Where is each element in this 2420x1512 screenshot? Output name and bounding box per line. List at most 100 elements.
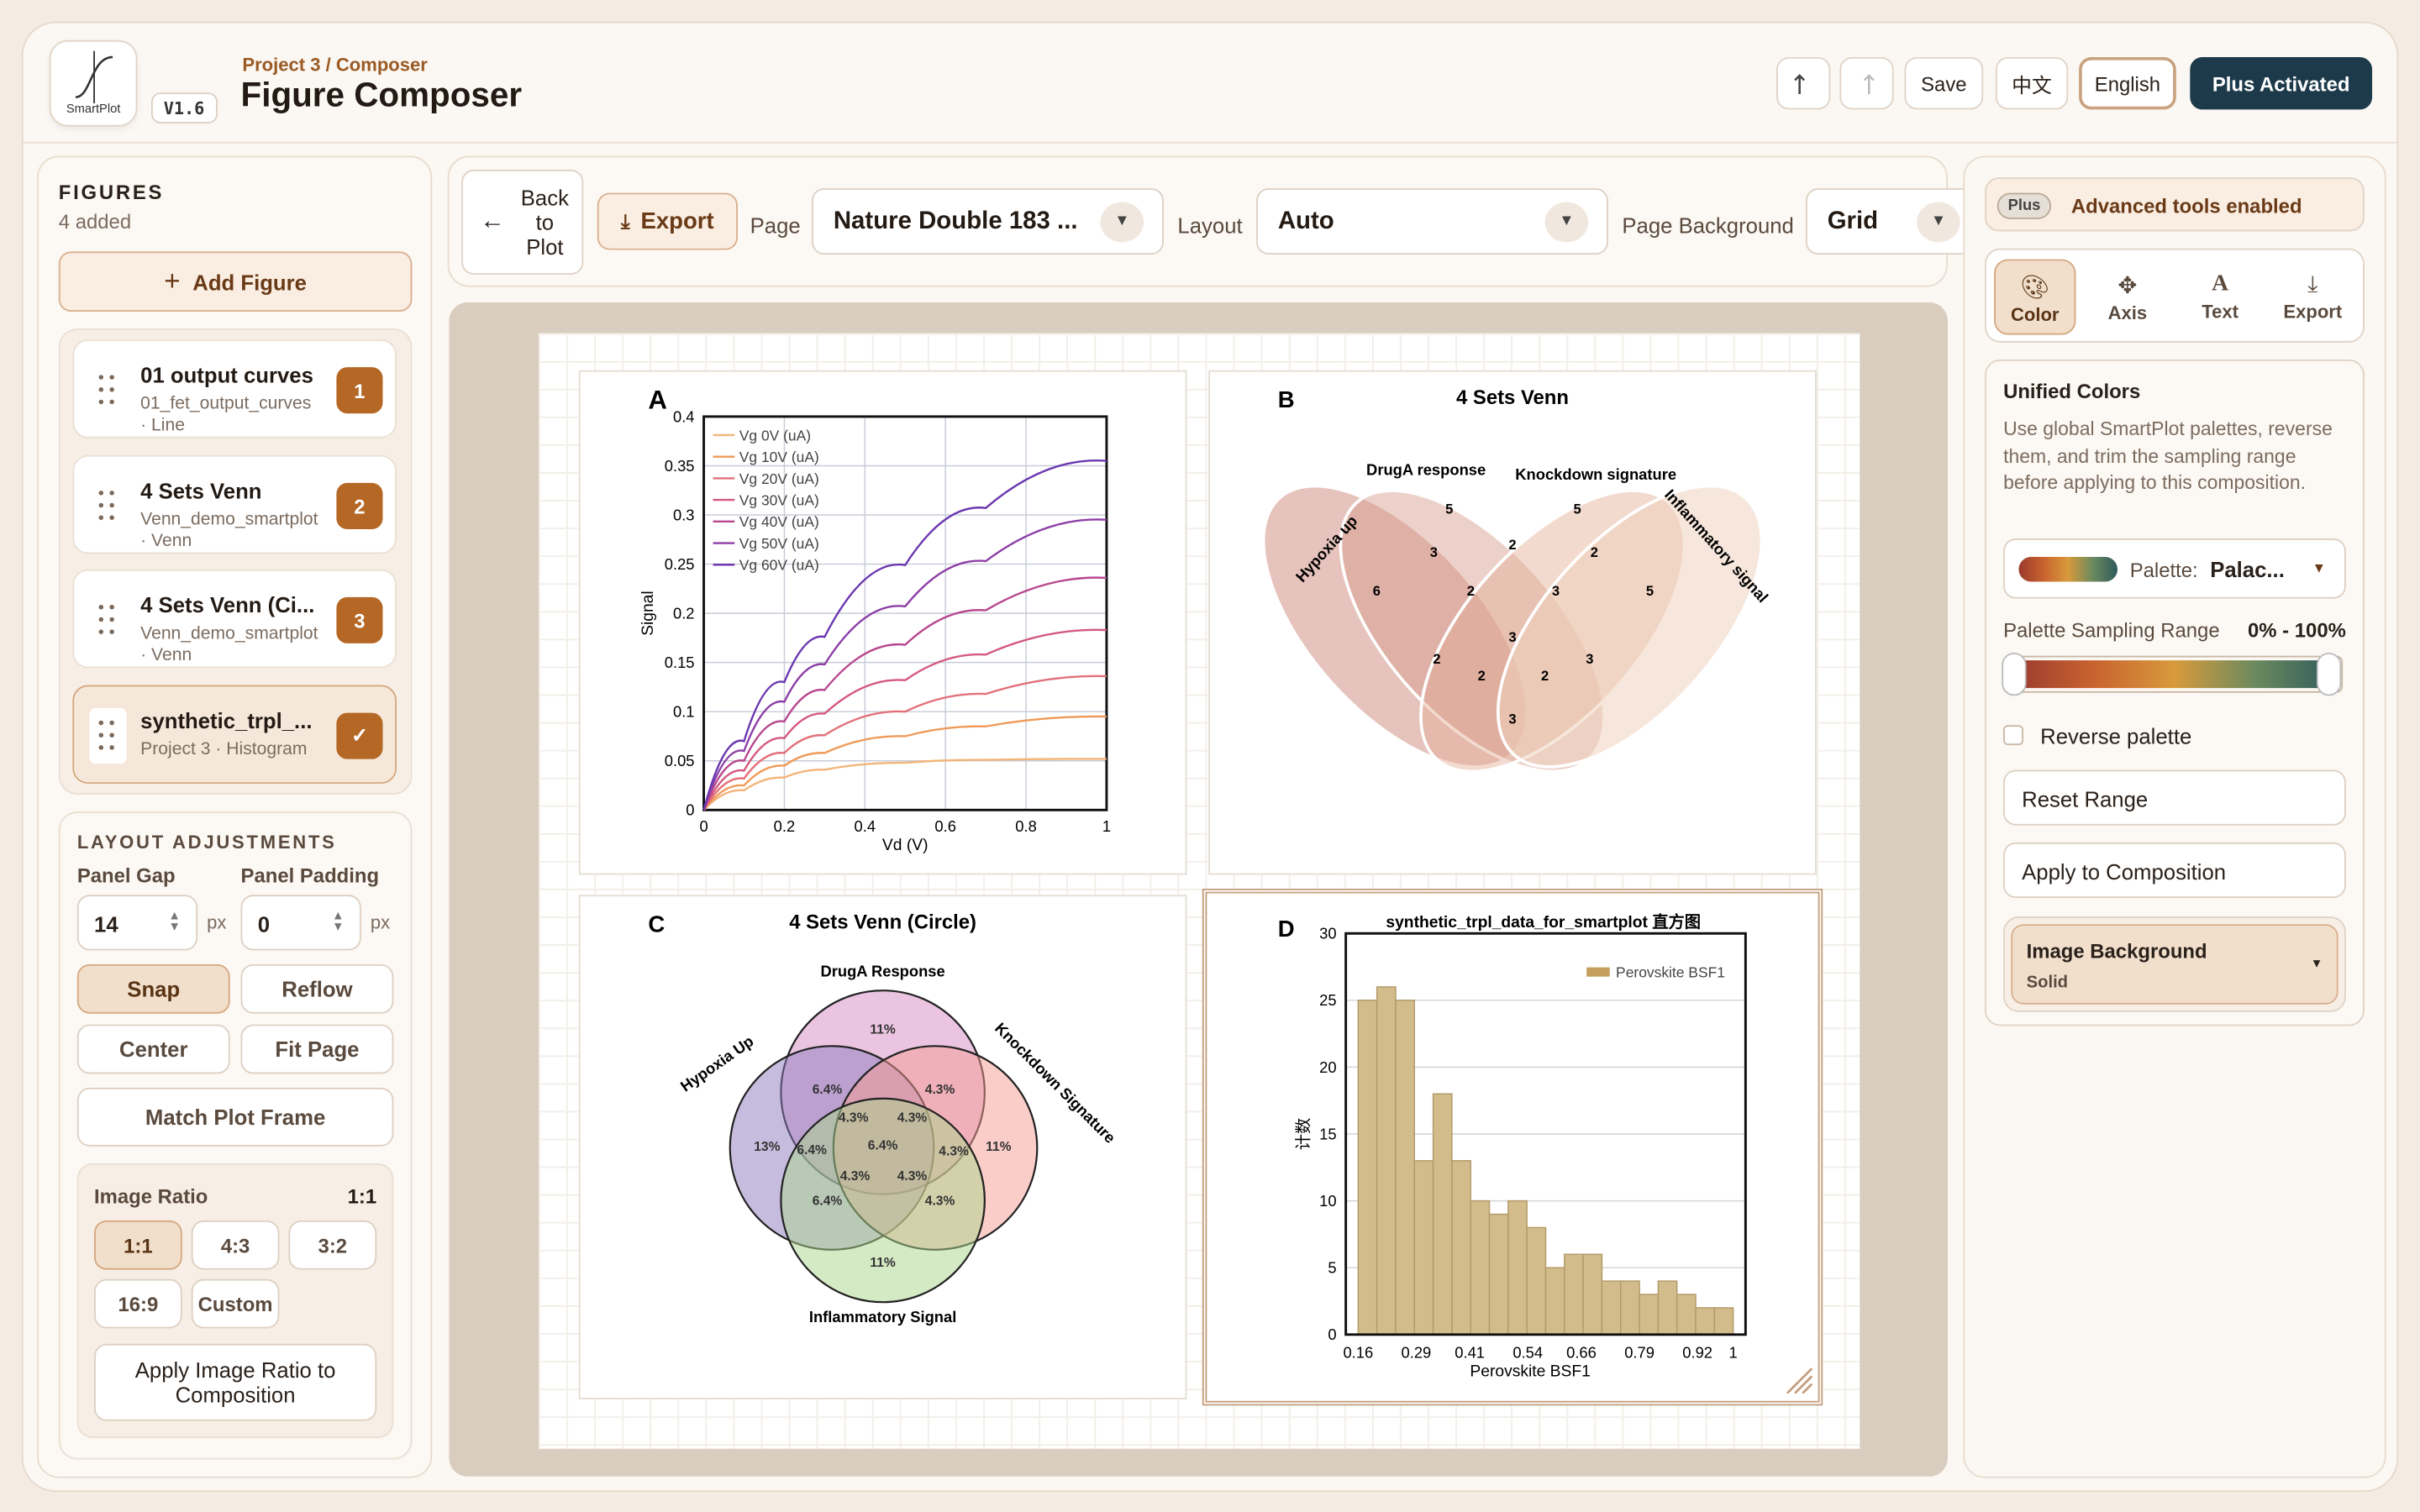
venn-value: 4.3%: [897, 1110, 928, 1125]
figure-source: 01_fet_output_curves · Line: [140, 395, 312, 435]
legend-label: Vg 40V (uA): [739, 513, 819, 530]
lang-zh-button[interactable]: 中文: [1995, 56, 2069, 110]
y-tick-label: 5: [1328, 1259, 1336, 1277]
breadcrumb[interactable]: Project 3 / Composer: [242, 54, 427, 76]
center-button[interactable]: Center: [76, 1024, 230, 1074]
reset-range-button[interactable]: Reset Range: [2003, 769, 2346, 826]
ratio-custom-button[interactable]: Custom: [191, 1278, 280, 1329]
redo-button[interactable]: [1839, 56, 1894, 110]
drag-handle-icon[interactable]: [98, 491, 118, 522]
ratio-16-9-button[interactable]: 16:9: [94, 1278, 182, 1329]
panel-letter: D: [1278, 916, 1295, 942]
x-tick-label: 0: [699, 817, 708, 835]
figure-list: 01 output curves 01_fet_output_curves · L…: [58, 328, 413, 795]
histogram-bar: [1564, 1253, 1584, 1336]
fit-page-button[interactable]: Fit Page: [240, 1024, 394, 1074]
stepper-icon[interactable]: ▲ ▼: [168, 910, 181, 933]
image-background-value: Solid: [2026, 973, 2069, 993]
y-axis-label: 计数: [1295, 1118, 1313, 1151]
reflow-button[interactable]: Reflow: [240, 963, 394, 1014]
histogram-bar: [1544, 1267, 1565, 1336]
drag-handle-icon[interactable]: [89, 708, 127, 764]
match-plot-frame-button[interactable]: Match Plot Frame: [76, 1087, 394, 1147]
venn-value: 4.3%: [925, 1083, 955, 1097]
drag-handle-icon[interactable]: [98, 604, 118, 636]
panel-gap-label: Panel Gap: [76, 864, 176, 888]
figure-card-3[interactable]: 4 Sets Venn (Ci... Venn_demo_smartplot · …: [72, 569, 397, 669]
arrow-left-icon: ←: [480, 207, 505, 235]
page-size-select[interactable]: Nature Double 183 ... ▼: [812, 188, 1164, 255]
legend-label: Vg 30V (uA): [739, 492, 819, 509]
panel-c[interactable]: C 4 Sets Venn (Circle) DrugA Response Hy…: [578, 895, 1187, 1399]
composition-page[interactable]: A 0 0.2 0.4 0.6 0.8 1 0 0.05 0.1 0.15 0.2 0.25 0.3 0.…: [539, 333, 1860, 1449]
apply-to-composition-button[interactable]: Apply to Composition: [2003, 842, 2346, 898]
page-background-select[interactable]: Grid ▼: [1805, 188, 1981, 255]
tab-text[interactable]: A Text: [2179, 260, 2260, 335]
ratio-1-1-button[interactable]: 1:1: [94, 1220, 182, 1270]
panel-a[interactable]: A 0 0.2 0.4 0.6 0.8 1 0 0.05 0.1 0.15 0.2 0.25 0.3 0.…: [578, 370, 1187, 875]
figure-name: synthetic_trpl_...: [140, 708, 313, 733]
apply-image-ratio-button[interactable]: Apply Image Ratio to Composition: [94, 1343, 377, 1421]
series-line: [702, 675, 1107, 811]
panel-padding-input[interactable]: 0 ▲ ▼: [240, 895, 361, 951]
range-slider[interactable]: [2002, 652, 2344, 696]
x-tick-label: 0.79: [1624, 1343, 1655, 1361]
venn-value: 11%: [870, 1023, 896, 1037]
panel-letter: B: [1278, 386, 1295, 412]
x-tick-label: 0.41: [1455, 1343, 1485, 1361]
page-background-label: Page Background: [1622, 213, 1794, 238]
venn-set-label: Knockdown signature: [1515, 465, 1676, 483]
figure-card-4[interactable]: synthetic_trpl_... Project 3 · Histogram…: [72, 685, 397, 785]
venn-value: 2: [1478, 668, 1486, 684]
image-ratio-group: Image Ratio 1:1 1:1 4:3 3:2 16:9 Custom …: [76, 1163, 394, 1438]
figure-card-1[interactable]: 01 output curves 01_fet_output_curves · L…: [72, 339, 397, 438]
lang-en-button[interactable]: English: [2079, 56, 2176, 110]
palette-select[interactable]: Palette: Palac... ▼: [2003, 538, 2346, 599]
undo-button[interactable]: [1776, 56, 1831, 110]
composition-canvas[interactable]: A 0 0.2 0.4 0.6 0.8 1 0 0.05 0.1 0.15 0.2 0.25 0.3 0.…: [449, 302, 1948, 1477]
tab-axis[interactable]: ✥ Axis: [2086, 260, 2168, 335]
histogram-bar: [1376, 986, 1397, 1336]
y-tick-label: 15: [1319, 1125, 1336, 1142]
reverse-palette-label: Reverse palette: [2040, 723, 2192, 748]
chevron-down-icon: ▼: [1917, 202, 1960, 243]
venn-value: 3: [1508, 629, 1516, 645]
image-ratio-value: 1:1: [347, 1184, 377, 1209]
histogram-bar: [1526, 1226, 1547, 1336]
panel-d-selected[interactable]: D synthetic_trpl_data_for_smartplot 直方图 …: [1202, 888, 1823, 1406]
ratio-4-3-button[interactable]: 4:3: [191, 1220, 280, 1270]
resize-handle-icon[interactable]: [1786, 1368, 1813, 1394]
export-button[interactable]: ⤓ Export: [597, 192, 738, 250]
image-background-select[interactable]: Image Background Solid ▼: [2011, 924, 2338, 1005]
unified-colors-section: Unified Colors Use global SmartPlot pale…: [1985, 359, 2365, 1026]
ratio-3-2-button[interactable]: 3:2: [288, 1220, 377, 1270]
tab-export[interactable]: ⤓ Export: [2272, 260, 2354, 335]
x-tick-label: 0.16: [1343, 1343, 1373, 1361]
plus-activated-button[interactable]: Plus Activated: [2190, 56, 2373, 110]
legend-label: Perovskite BSF1: [1616, 964, 1725, 981]
legend-label: Vg 10V (uA): [739, 449, 819, 465]
range-thumb-start[interactable]: [2002, 652, 2027, 696]
figures-title: FIGURES: [58, 180, 165, 204]
add-figure-button[interactable]: + Add Figure: [58, 251, 413, 312]
reverse-palette-checkbox[interactable]: [2003, 725, 2023, 746]
venn-value: 2: [1541, 668, 1549, 684]
back-to-plot-button[interactable]: ← Back to Plot: [461, 170, 584, 275]
drag-handle-icon[interactable]: [98, 375, 118, 406]
figure-card-2[interactable]: 4 Sets Venn Venn_demo_smartplot · Venn 2: [72, 454, 397, 554]
legend-label: Vg 60V (uA): [739, 557, 819, 574]
panel-gap-input[interactable]: 14 ▲ ▼: [76, 895, 198, 951]
chart-a-plot: 0 0.2 0.4 0.6 0.8 1 0 0.05 0.1 0.15 0.2 0.25 0.3 0.35…: [639, 407, 1111, 854]
range-thumb-end[interactable]: [2316, 652, 2342, 696]
figure-order-badge: 2: [336, 482, 383, 529]
smartplot-logo[interactable]: SmartPlot: [49, 39, 138, 127]
stepper-icon[interactable]: ▲ ▼: [332, 910, 345, 933]
panel-b[interactable]: B 4 Sets Venn Hypoxia up DrugA response …: [1208, 370, 1817, 875]
snap-button[interactable]: Snap: [76, 963, 230, 1014]
tab-color[interactable]: 🎨︎ Color: [1994, 259, 2076, 335]
composer-toolbar: ← Back to Plot ⤓ Export Page Nature Doubl…: [447, 155, 1981, 287]
save-button[interactable]: Save: [1904, 56, 1984, 110]
chart-a-svg: A 0 0.2 0.4 0.6 0.8 1 0 0.05 0.1 0.15 0.2 0.25 0.3 0.…: [639, 386, 1111, 854]
layout-select[interactable]: Auto ▼: [1256, 188, 1608, 255]
venn-value: 6: [1373, 583, 1381, 599]
